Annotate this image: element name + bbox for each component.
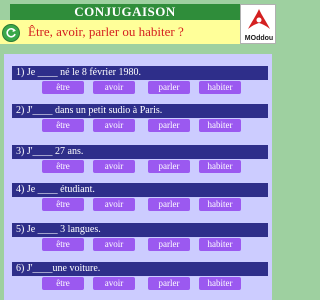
option-habiter-button[interactable]: habiter bbox=[199, 277, 241, 290]
logo-text: MOddou bbox=[244, 35, 274, 42]
option-habiter-button[interactable]: habiter bbox=[199, 198, 241, 211]
option-avoir-button[interactable]: avoir bbox=[93, 198, 135, 211]
option-avoir-button[interactable]: avoir bbox=[93, 238, 135, 251]
option-etre-button[interactable]: être bbox=[42, 119, 84, 132]
option-habiter-button[interactable]: habiter bbox=[199, 160, 241, 173]
option-habiter-button[interactable]: habiter bbox=[199, 119, 241, 132]
option-etre-button[interactable]: être bbox=[42, 160, 84, 173]
question-bar: Être, avoir, parler ou habiter ? bbox=[0, 20, 240, 44]
pdf-logo-icon bbox=[246, 7, 272, 33]
option-parler-button[interactable]: parler bbox=[148, 119, 190, 132]
option-avoir-button[interactable]: avoir bbox=[93, 160, 135, 173]
question-label: 5) Je ____ 3 langues. bbox=[12, 223, 268, 237]
app-logo: MOddou bbox=[240, 4, 276, 44]
question-label: 2) J'____ dans un petit sudio à Paris. bbox=[12, 104, 268, 118]
option-parler-button[interactable]: parler bbox=[148, 160, 190, 173]
option-avoir-button[interactable]: avoir bbox=[93, 119, 135, 132]
question-label: 6) J'____une voiture. bbox=[12, 262, 268, 276]
question-label: 3) J'____ 27 ans. bbox=[12, 145, 268, 159]
app-frame: CONJUGAISON MOddou Être, avoir, parler o… bbox=[0, 0, 276, 300]
option-parler-button[interactable]: parler bbox=[148, 238, 190, 251]
option-etre-button[interactable]: être bbox=[42, 238, 84, 251]
refresh-icon bbox=[6, 28, 16, 38]
question-label: 1) Je ____ né le 8 février 1980. bbox=[12, 66, 268, 80]
exercise-question: Être, avoir, parler ou habiter ? bbox=[28, 24, 184, 39]
option-avoir-button[interactable]: avoir bbox=[93, 81, 135, 94]
option-habiter-button[interactable]: habiter bbox=[199, 81, 241, 94]
exercise-panel: 1) Je ____ né le 8 février 1980. être av… bbox=[4, 54, 272, 300]
option-etre-button[interactable]: être bbox=[42, 81, 84, 94]
question-label: 4) Je ____ étudiant. bbox=[12, 183, 268, 197]
option-etre-button[interactable]: être bbox=[42, 198, 84, 211]
option-parler-button[interactable]: parler bbox=[148, 198, 190, 211]
option-avoir-button[interactable]: avoir bbox=[93, 277, 135, 290]
option-etre-button[interactable]: être bbox=[42, 277, 84, 290]
option-parler-button[interactable]: parler bbox=[148, 277, 190, 290]
refresh-button[interactable] bbox=[2, 24, 20, 42]
option-habiter-button[interactable]: habiter bbox=[199, 238, 241, 251]
option-parler-button[interactable]: parler bbox=[148, 81, 190, 94]
app-title: CONJUGAISON bbox=[10, 4, 240, 20]
